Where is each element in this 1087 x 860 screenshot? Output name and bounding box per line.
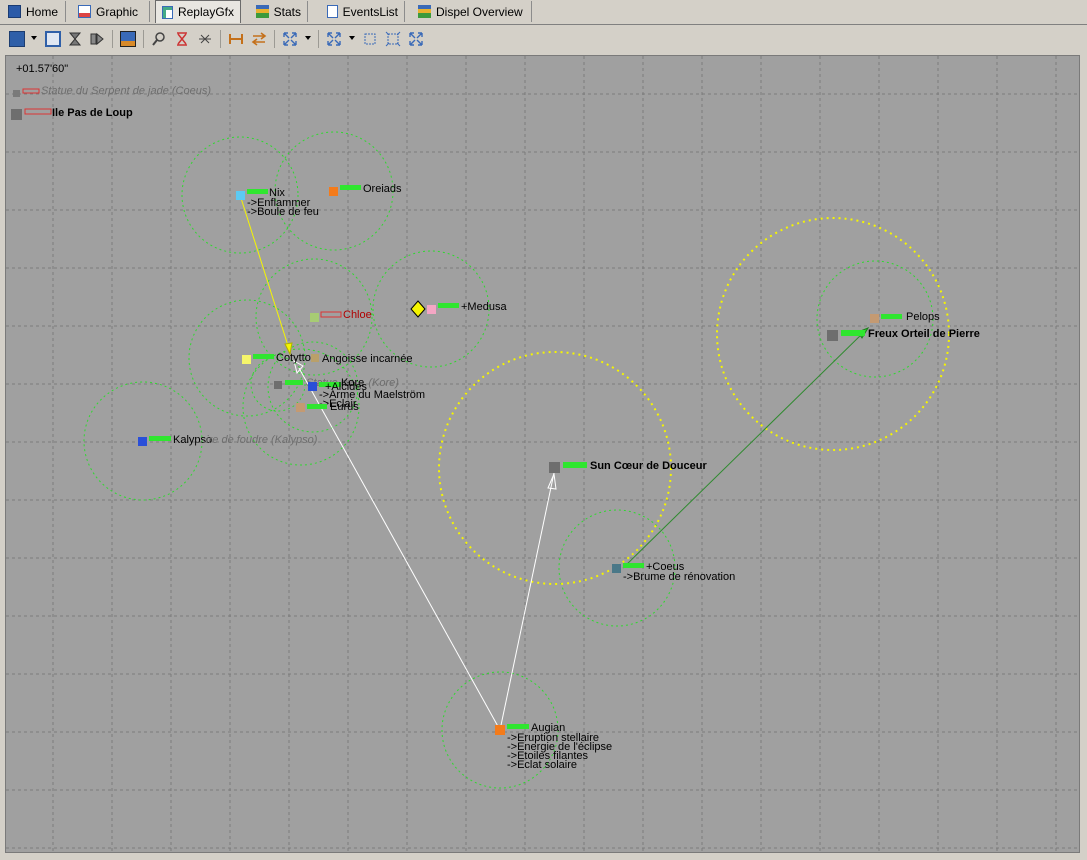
entity-augian[interactable]: Augian ->Eruption stellaire ->Energie de…	[495, 722, 612, 771]
svg-text:Ile Pas de Loup: Ile Pas de Loup	[52, 107, 133, 119]
entities: +01.57'60" Statue du Serpent de jade (Co…	[11, 63, 980, 771]
list-icon	[327, 5, 338, 18]
tab-dispel-overview[interactable]: Dispel Overview	[412, 1, 532, 22]
svg-text:Pelops: Pelops	[906, 311, 940, 323]
export-icon[interactable]	[120, 31, 136, 47]
svg-text:Eurus: Eurus	[330, 401, 359, 413]
entity-statue[interactable]: Statue du Serpent de jade (Coeus)	[13, 85, 211, 97]
svg-text:Cotytto: Cotytto	[276, 352, 311, 364]
forward-icon[interactable]	[89, 31, 105, 47]
range-icon[interactable]	[228, 31, 244, 47]
replay-time: +01.57'60"	[16, 63, 68, 75]
entity-ile[interactable]: Ile Pas de Loup	[11, 107, 133, 120]
replay-map[interactable]: +01.57'60" Statue du Serpent de jade (Co…	[6, 56, 1080, 853]
entity-medusa[interactable]: +Medusa	[410, 300, 507, 318]
bookmark-icon[interactable]	[45, 31, 61, 47]
tab-home[interactable]: Home	[2, 1, 66, 22]
dropdown-arrow-icon[interactable]	[349, 36, 355, 40]
svg-text:Angoisse incarnée: Angoisse incarnée	[322, 353, 413, 365]
entity-chloe[interactable]: Chloe	[310, 309, 372, 322]
cast-line-augian-2	[499, 472, 555, 731]
replay-icon	[162, 5, 173, 19]
home-icon	[8, 5, 21, 18]
svg-text:Chloe: Chloe	[343, 309, 372, 321]
filter-icon[interactable]	[174, 31, 190, 47]
graphic-icon	[78, 5, 91, 18]
tab-bar: Home Graphic ReplayGfx Stats EventsList …	[0, 0, 1087, 25]
entity-pelops[interactable]: Pelops	[870, 311, 940, 323]
zoom-fit-icon[interactable]	[408, 31, 424, 47]
stats-icon	[256, 5, 269, 18]
svg-text:Oreiads: Oreiads	[363, 183, 402, 195]
save-icon[interactable]	[9, 31, 25, 47]
collapse-icon[interactable]	[197, 31, 213, 47]
expand-icon[interactable]	[282, 31, 298, 47]
entity-oreiads[interactable]: Oreiads	[329, 183, 402, 196]
select-icon[interactable]	[362, 31, 378, 47]
entity-cotytto[interactable]: Cotytto	[242, 352, 311, 364]
entity-kalypso[interactable]: Kalypso ...ire de foudre (Kalypso)	[138, 434, 318, 446]
cast-line-augian-1	[298, 367, 501, 731]
svg-text:->Eclat solaire: ->Eclat solaire	[507, 759, 577, 771]
svg-text:->Brume de rénovation: ->Brume de rénovation	[623, 571, 735, 583]
cast-line-nix	[239, 194, 291, 353]
replay-canvas[interactable]: +01.57'60" Statue du Serpent de jade (Co…	[5, 55, 1080, 853]
svg-text:Statue du Serpent de jade (Coe: Statue du Serpent de jade (Coeus)	[41, 85, 211, 97]
hourglass-icon[interactable]	[67, 31, 83, 47]
svg-text:Sun Cœur de Douceur: Sun Cœur de Douceur	[590, 460, 707, 472]
entity-coeus[interactable]: +Coeus ->Brume de rénovation	[612, 561, 735, 583]
entity-freux[interactable]: Freux Orteil de Pierre	[827, 328, 980, 341]
svg-text:...ire de foudre (Kalypso): ...ire de foudre (Kalypso)	[197, 434, 318, 446]
range-circles	[83, 131, 950, 789]
svg-text:+Medusa: +Medusa	[461, 301, 507, 313]
toolbar	[0, 25, 1087, 52]
svg-text:->Boule de feu: ->Boule de feu	[247, 206, 319, 218]
tab-replaygfx[interactable]: ReplayGfx	[155, 0, 241, 23]
swap-icon[interactable]	[251, 31, 267, 47]
find-icon[interactable]	[151, 31, 167, 47]
target-marker-icon	[410, 300, 426, 318]
select-alt-icon[interactable]	[385, 31, 401, 47]
entity-nix[interactable]: Nix ->Enflammer ->Boule de feu	[236, 187, 319, 218]
tab-graphic[interactable]: Graphic	[72, 1, 150, 22]
entity-angoisse[interactable]: Angoisse incarnée	[311, 353, 413, 365]
svg-text:Freux Orteil de Pierre: Freux Orteil de Pierre	[868, 328, 980, 340]
tab-eventslist[interactable]: EventsList	[321, 1, 405, 22]
dropdown-arrow-icon[interactable]	[305, 36, 311, 40]
tab-stats[interactable]: Stats	[250, 1, 308, 22]
dropdown-arrow-icon[interactable]	[31, 36, 37, 40]
dispel-icon	[418, 5, 431, 18]
fit-icon[interactable]	[326, 31, 342, 47]
entity-sun[interactable]: Sun Cœur de Douceur	[549, 460, 707, 473]
